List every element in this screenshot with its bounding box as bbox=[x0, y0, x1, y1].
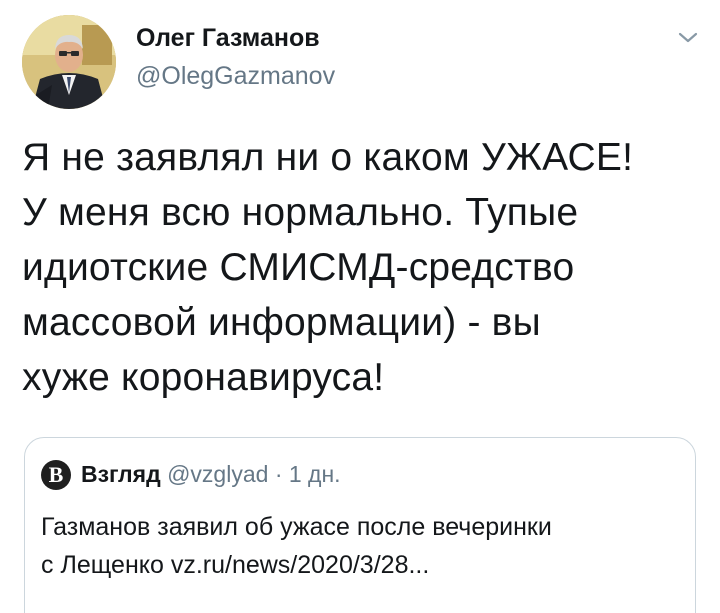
tweet-card: Олег Газманов @OlegGazmanov Я не заявлял… bbox=[0, 0, 720, 613]
quoted-separator: · bbox=[274, 461, 283, 487]
avatar-image bbox=[22, 15, 116, 109]
quoted-handle[interactable]: @vzglyad bbox=[167, 461, 268, 487]
tweet-text: Я не заявлял ни о каком УЖАСЕ! У меня вс… bbox=[22, 136, 634, 399]
quoted-timestamp[interactable]: 1 дн. bbox=[289, 461, 341, 487]
quoted-tweet-card[interactable]: В Взгляд @vzglyad · 1 дн. Газманов заяви… bbox=[24, 437, 696, 613]
quoted-text: Газманов заявил об ужасе после вечеринки… bbox=[41, 513, 552, 579]
chevron-down-icon[interactable] bbox=[676, 30, 700, 46]
quoted-name[interactable]: Взгляд bbox=[81, 461, 161, 487]
author-avatar[interactable] bbox=[22, 15, 116, 109]
quoted-header: Взгляд @vzglyad · 1 дн. bbox=[81, 461, 341, 488]
quoted-avatar[interactable]: В bbox=[41, 460, 71, 490]
author-handle[interactable]: @OlegGazmanov bbox=[136, 62, 335, 91]
author-display-name[interactable]: Олег Газманов bbox=[136, 24, 320, 53]
